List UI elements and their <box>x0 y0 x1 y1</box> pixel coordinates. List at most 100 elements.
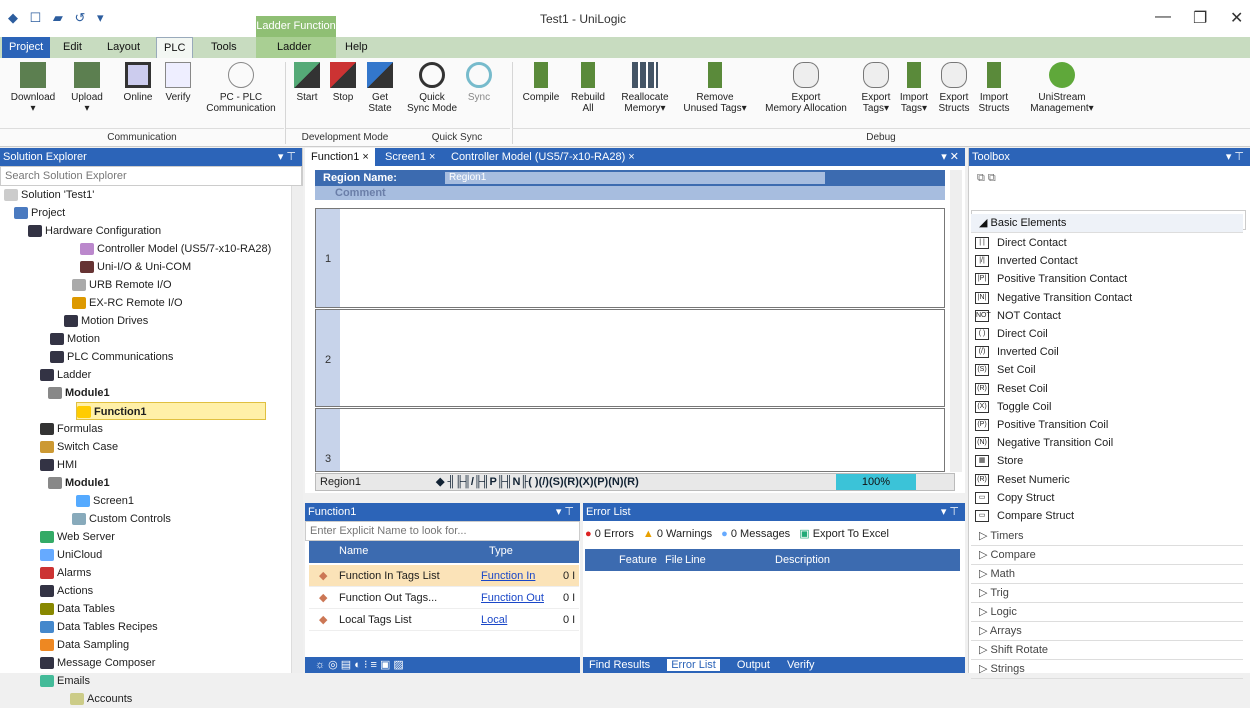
tree-item[interactable]: Hardware Configuration <box>28 222 161 240</box>
sync-button[interactable]: Sync <box>462 62 496 103</box>
tree-item[interactable]: Switch Case <box>40 438 118 456</box>
tree-item[interactable]: Controller Model (US5/7-x10-RA28) <box>80 240 271 258</box>
tree-item[interactable]: Data Tables <box>40 600 115 618</box>
row-type[interactable]: Local <box>481 609 507 631</box>
reallocate-memory-button[interactable]: Reallocate Memory▾ <box>614 62 676 114</box>
tab-find-results[interactable]: Find Results <box>583 659 650 671</box>
tree-item[interactable]: Solution 'Test1' <box>4 186 94 204</box>
column-feature[interactable]: Feature <box>619 549 657 571</box>
warnings-filter[interactable]: ▲ 0 Warnings <box>643 528 712 540</box>
ladder-elements-toolbar[interactable]: ◆ ╢╟╢/╟╢P╟╢N╟( )(/)(S)(R)(X)(P)(N)(R) <box>436 475 639 488</box>
restore-icon[interactable]: ❐ <box>1193 8 1207 28</box>
column-file[interactable]: File <box>665 549 683 571</box>
tree-item[interactable]: Data Tables Recipes <box>40 618 158 636</box>
tree-item[interactable]: Module1 <box>48 474 110 492</box>
export-excel-button[interactable]: ▣ Export To Excel <box>799 528 889 540</box>
tree-item[interactable]: Emails <box>40 672 90 690</box>
minimize-icon[interactable]: — <box>1155 8 1171 26</box>
tree-item[interactable]: Formulas <box>40 420 103 438</box>
toolbox-category[interactable]: ▷ Timers <box>971 527 1243 546</box>
toolbox-category[interactable]: ▷ Trig <box>971 584 1243 603</box>
tree-item[interactable]: Function1 <box>76 402 266 420</box>
tab-controller-model[interactable]: Controller Model (US5/7-x10-RA28) × <box>445 148 641 166</box>
column-line[interactable]: Line <box>685 549 706 571</box>
export-memory-allocation-button[interactable]: Export Memory Allocation <box>756 62 856 114</box>
pin-icon[interactable]: ▾ ⊤ <box>941 503 959 521</box>
tree-item[interactable]: Motion <box>50 330 100 348</box>
tab-plc[interactable]: PLC <box>156 37 194 58</box>
get-state-button[interactable]: Get State <box>362 62 398 114</box>
tab-output[interactable]: Output <box>737 659 770 671</box>
tree-item[interactable]: Actions <box>40 582 93 600</box>
stop-button[interactable]: Stop <box>326 62 360 103</box>
toolbox-category[interactable]: ▷ Shift Rotate <box>971 641 1243 660</box>
toolbox-item[interactable]: ▭ Copy Struct <box>975 489 1054 507</box>
row-type[interactable]: Function Out <box>481 587 544 609</box>
tree-item[interactable]: Web Server <box>40 528 115 546</box>
start-button[interactable]: Start <box>290 62 324 103</box>
remove-unused-tags-button[interactable]: Remove Unused Tags▾ <box>676 62 754 114</box>
tab-ladder[interactable]: Ladder <box>270 37 318 58</box>
tree-item[interactable]: Message Composer <box>40 654 155 672</box>
online-button[interactable]: Online <box>116 62 160 103</box>
tree-item[interactable]: URB Remote I/O <box>72 276 172 294</box>
pc-plc-communication-button[interactable]: PC - PLC Communication <box>200 62 282 114</box>
solution-search-input[interactable]: Search Solution Explorer <box>0 166 302 186</box>
column-type[interactable]: Type <box>489 545 513 557</box>
import-structs-button[interactable]: Import Structs <box>974 62 1014 114</box>
upload-button[interactable]: Upload ▾ <box>64 62 110 114</box>
tree-item[interactable]: Project <box>14 204 65 222</box>
toolbox-item[interactable]: |P| Positive Transition Contact <box>975 270 1127 288</box>
export-tags-button[interactable]: Export Tags▾ <box>858 62 894 114</box>
tab-layout[interactable]: Layout <box>100 37 147 58</box>
tab-screen1[interactable]: Screen1 × <box>379 148 441 166</box>
tab-verify[interactable]: Verify <box>787 659 815 671</box>
row-type[interactable]: Function In <box>481 565 535 587</box>
export-structs-button[interactable]: Export Structs <box>934 62 974 114</box>
tree-item[interactable]: Accounts <box>70 690 132 708</box>
unistream-management-button[interactable]: UniStream Management▾ <box>1022 62 1102 114</box>
toolbox-item[interactable]: (R) Reset Numeric <box>975 471 1070 489</box>
region-name-input[interactable]: Region1 <box>445 172 825 184</box>
region-select[interactable]: Region1 <box>320 476 361 488</box>
pin-icon[interactable]: ▾ ⊤ <box>1226 148 1244 166</box>
tree-item[interactable]: Uni-I/O & Uni-COM <box>80 258 191 276</box>
quick-access-toolbar[interactable]: ◆ ☐ ▰ ↺ ▾ <box>8 10 108 26</box>
tab-edit[interactable]: Edit <box>56 37 89 58</box>
tree-item[interactable]: Alarms <box>40 564 91 582</box>
verify-button[interactable]: Verify <box>160 62 196 103</box>
tab-close-icon[interactable]: ▾ ✕ <box>941 148 959 166</box>
tree-item[interactable]: UniCloud <box>40 546 102 564</box>
close-icon[interactable]: ✕ <box>1230 8 1243 28</box>
tab-project[interactable]: Project <box>2 37 51 58</box>
toolbox-item[interactable]: (P) Positive Transition Coil <box>975 416 1108 434</box>
toolbox-item[interactable]: | | Direct Contact <box>975 234 1067 252</box>
rung-1[interactable]: 1 <box>315 208 945 308</box>
toolbox-item[interactable]: |/| Inverted Contact <box>975 252 1078 270</box>
quick-sync-mode-button[interactable]: Quick Sync Mode <box>406 62 458 114</box>
tab-tools[interactable]: Tools <box>204 37 244 58</box>
tree-item[interactable]: Screen1 <box>76 492 134 510</box>
pin-icon[interactable]: ▾ ⊤ <box>278 148 296 166</box>
editor-scrollbar[interactable] <box>950 170 962 472</box>
download-button[interactable]: Download ▾ <box>2 62 64 114</box>
tree-scrollbar[interactable] <box>291 186 303 673</box>
toolbox-category[interactable]: ▷ Arrays <box>971 622 1243 641</box>
tree-item[interactable]: Ladder <box>40 366 91 384</box>
toolbox-item[interactable]: ( ) Direct Coil <box>975 325 1048 343</box>
toolbox-item[interactable]: ▭ Compare Struct <box>975 507 1074 525</box>
tree-item[interactable]: Data Sampling <box>40 636 129 654</box>
tree-item[interactable]: HMI <box>40 456 77 474</box>
category-basic-elements[interactable]: ◢ Basic Elements <box>971 214 1243 233</box>
toolbox-category[interactable]: ▷ Compare <box>971 546 1243 565</box>
toolbox-category[interactable]: ▷ Logic <box>971 603 1243 622</box>
rung-3[interactable]: 3 <box>315 408 945 472</box>
toolbox-category[interactable]: ▷ Strings <box>971 660 1243 679</box>
tree-item[interactable]: EX-RC Remote I/O <box>72 294 183 312</box>
toolbox-item[interactable]: (S) Set Coil <box>975 361 1036 379</box>
pin-icon[interactable]: ▾ ⊤ <box>556 503 574 521</box>
tab-help[interactable]: Help <box>338 37 375 58</box>
toolbox-item[interactable]: (X) Toggle Coil <box>975 398 1051 416</box>
toolbox-item[interactable]: (/) Inverted Coil <box>975 343 1059 361</box>
toolbox-item[interactable]: |N| Negative Transition Contact <box>975 289 1132 307</box>
